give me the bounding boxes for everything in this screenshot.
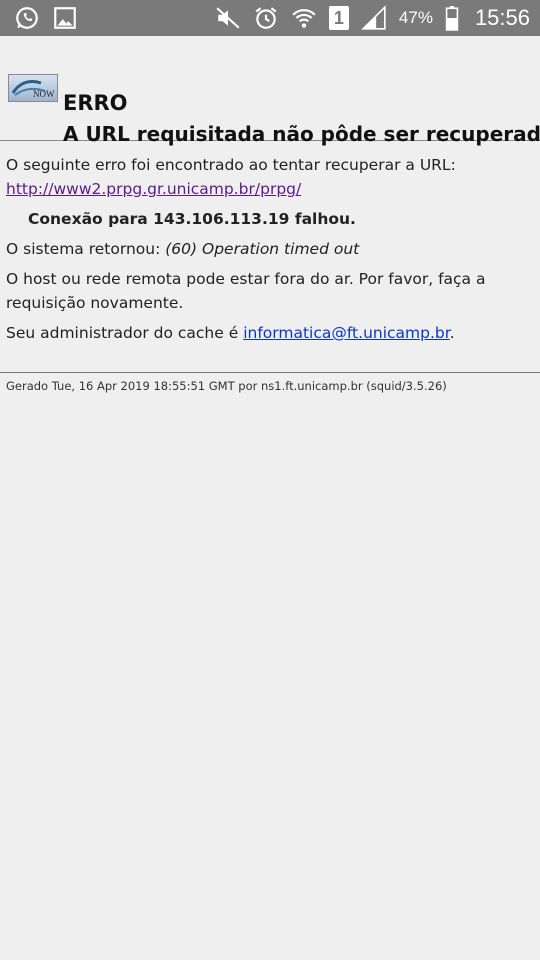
battery-percentage: 47% — [398, 8, 433, 27]
error-header: NOW ERRO A URL requisitada não pôde ser … — [0, 36, 540, 146]
sim-label: 1 — [333, 7, 344, 28]
intro-text: O seguinte erro foi encontrado ao tentar… — [6, 153, 534, 201]
admin-suffix: . — [449, 324, 455, 342]
system-returned: O sistema retornou: (60) Operation timed… — [6, 237, 534, 261]
admin-line: Seu administrador do cache é informatica… — [6, 321, 534, 345]
signal-icon — [361, 5, 387, 31]
mute-icon — [215, 5, 241, 31]
admin-email-link[interactable]: informatica@ft.unicamp.br — [243, 324, 450, 342]
requested-url-link[interactable]: http://www2.prpg.gr.unicamp.br/prpg/ — [6, 180, 301, 198]
status-bar-left — [14, 5, 78, 31]
system-returned-label: O sistema retornou: — [6, 240, 161, 258]
squid-logo: NOW — [8, 74, 58, 102]
error-code: ERRO — [63, 91, 128, 115]
intro-label: O seguinte erro foi encontrado ao tentar… — [6, 156, 456, 174]
sim1-icon: 1 — [328, 6, 349, 30]
connection-failed-text: Conexão para 143.106.113.19 falhou. — [28, 210, 356, 228]
page-title: A URL requisitada não pôde ser recuperad… — [63, 122, 540, 146]
alarm-icon — [253, 5, 279, 31]
error-content: O seguinte erro foi encontrado ao tentar… — [0, 141, 540, 345]
battery-icon — [445, 5, 459, 31]
system-returned-value: (60) Operation timed out — [165, 240, 360, 258]
wifi-icon — [291, 5, 317, 31]
footer-generated: Gerado Tue, 16 Apr 2019 18:55:51 GMT por… — [6, 379, 447, 393]
image-icon — [52, 5, 78, 31]
whatsapp-icon — [14, 5, 40, 31]
status-bar-right: 1 47% 15:56 — [215, 5, 530, 31]
host-down-text: O host ou rede remota pode estar fora do… — [6, 270, 486, 312]
logo-text: NOW — [33, 89, 55, 99]
clock: 15:56 — [474, 5, 530, 30]
admin-label: Seu administrador do cache é — [6, 324, 239, 342]
status-bar: 1 47% 15:56 — [0, 0, 540, 36]
